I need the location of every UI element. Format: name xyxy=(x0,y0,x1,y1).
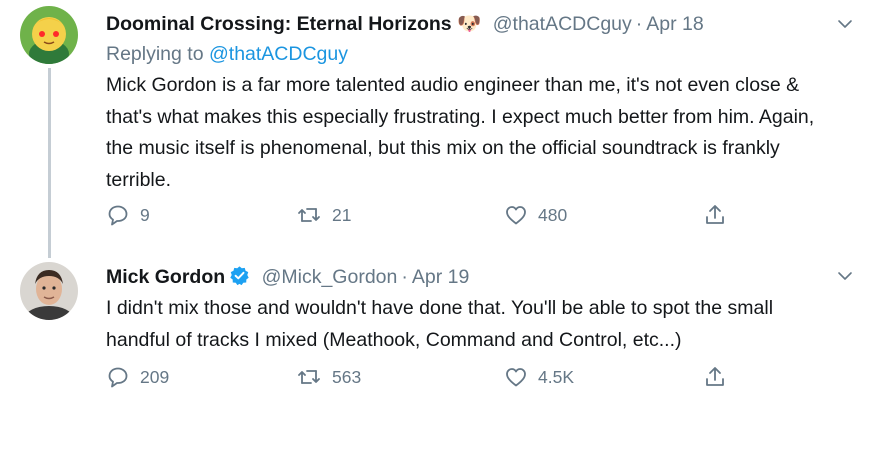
retweet-button[interactable]: 563 xyxy=(296,362,361,392)
reply-count: 209 xyxy=(140,366,170,387)
separator-dot: · xyxy=(635,13,643,35)
like-button[interactable]: 480 xyxy=(504,200,567,230)
avatar[interactable] xyxy=(20,6,78,64)
share-icon xyxy=(706,205,724,224)
chevron-down-icon[interactable] xyxy=(837,16,853,32)
like-count: 480 xyxy=(538,204,568,225)
tweet-date[interactable]: Apr 19 xyxy=(412,266,469,288)
like-icon xyxy=(506,206,526,225)
share-button[interactable] xyxy=(703,362,727,392)
reply-button[interactable]: 209 xyxy=(106,362,169,392)
retweet-count: 21 xyxy=(332,204,352,225)
reply-count: 9 xyxy=(140,204,150,225)
author-name[interactable]: Mick Gordon xyxy=(106,266,225,288)
retweet-button[interactable]: 21 xyxy=(296,200,351,230)
reply-icon xyxy=(108,205,128,226)
verified-badge-icon xyxy=(230,266,249,286)
author-handle[interactable]: @Mick_Gordon xyxy=(262,266,398,288)
author-handle[interactable]: @thatACDCguy xyxy=(493,13,632,35)
share-icon xyxy=(706,367,724,386)
tweet[interactable]: Mick Gordon @Mick_Gordon · Apr 19 I didn't… xyxy=(0,250,877,468)
like-count: 4.5K xyxy=(538,366,574,387)
retweet-icon xyxy=(298,370,320,384)
tweet-header: Doominal Crossing: Eternal Horizons 🐶 @t… xyxy=(106,10,837,38)
thread-connector-line xyxy=(48,68,51,258)
replying-to: Replying to @thatACDCguy xyxy=(106,40,837,68)
replying-to-handle-link[interactable]: @thatACDCguy xyxy=(209,43,348,65)
reply-icon xyxy=(108,367,128,388)
like-button[interactable]: 4.5K xyxy=(504,362,574,392)
like-icon xyxy=(506,368,526,387)
tweet-text: I didn't mix those and wouldn't have don… xyxy=(106,297,774,351)
tweet-actions: 9 21 480 xyxy=(106,200,746,230)
reply-button[interactable]: 9 xyxy=(106,200,150,230)
share-button[interactable] xyxy=(703,200,727,230)
tweet-actions: 209 563 4.5K xyxy=(106,362,746,392)
tweet-text: Mick Gordon is a far more talented audio… xyxy=(106,74,815,191)
author-name[interactable]: Doominal Crossing: Eternal Horizons xyxy=(106,13,452,35)
replying-to-label: Replying to xyxy=(106,43,204,65)
tweet-header: Mick Gordon @Mick_Gordon · Apr 19 xyxy=(106,263,837,291)
avatar[interactable] xyxy=(20,262,78,320)
separator-dot: · xyxy=(401,266,408,288)
retweet-count: 563 xyxy=(332,366,362,387)
retweet-icon xyxy=(298,208,320,222)
tweet[interactable]: Doominal Crossing: Eternal Horizons 🐶 @t… xyxy=(0,0,877,258)
chevron-down-icon[interactable] xyxy=(837,268,853,284)
tweet-date[interactable]: Apr 18 xyxy=(646,13,703,35)
author-emoji: 🐶 xyxy=(457,13,482,35)
